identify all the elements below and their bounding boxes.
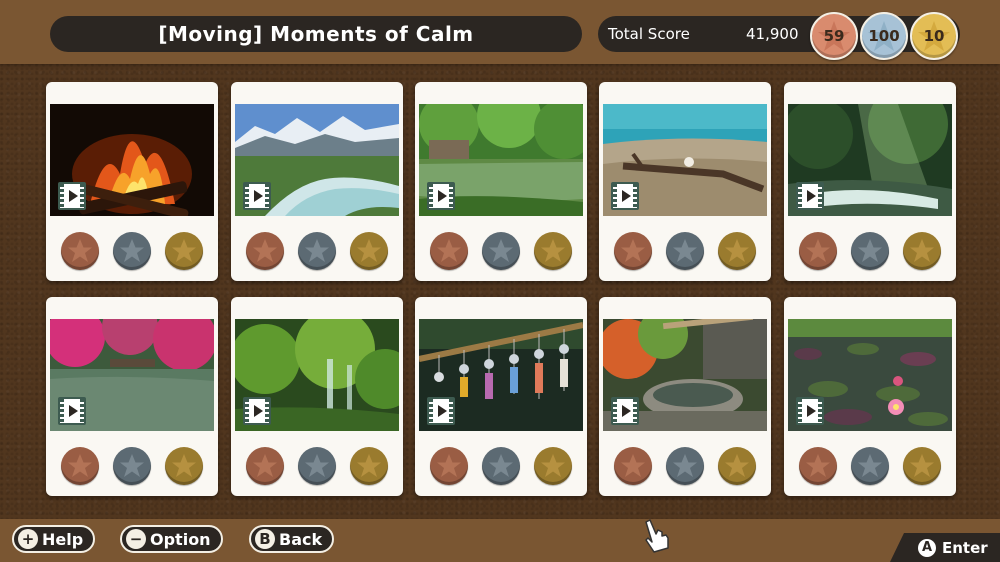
- film-play-icon: [611, 182, 639, 210]
- silver-star-medal: [851, 232, 889, 270]
- silver-star-medal: [666, 447, 704, 485]
- thumbnail-mossy-waterfall: [235, 319, 399, 431]
- film-play-icon: [427, 397, 455, 425]
- thumbnail-forest-stream: [788, 104, 952, 216]
- page-title: [Moving] Moments of Calm: [50, 16, 582, 52]
- video-card-campfire[interactable]: [46, 82, 218, 281]
- bronze-star-medal: [61, 232, 99, 270]
- thumbnail-lake-shore: [603, 104, 767, 216]
- bronze-star-medal: [61, 447, 99, 485]
- bronze-star-medal: [430, 447, 468, 485]
- film-play-icon: [58, 397, 86, 425]
- thumbnail-garden-water-basin: [603, 319, 767, 431]
- bronze-star-medal: [430, 232, 468, 270]
- silver-star-medal: [482, 232, 520, 270]
- option-label: Option: [150, 529, 211, 549]
- help-button[interactable]: + Help: [12, 525, 96, 553]
- film-play-icon: [796, 182, 824, 210]
- film-play-icon: [243, 182, 271, 210]
- film-play-icon: [243, 397, 271, 425]
- gold-star-medal: [534, 232, 572, 270]
- thumbnail-water-lilies: [788, 319, 952, 431]
- gold-star-medal: [534, 447, 572, 485]
- silver-star-medal: [113, 447, 151, 485]
- gold-star-medal: [718, 447, 756, 485]
- help-label: Help: [42, 529, 84, 549]
- gold-star-medal: [350, 447, 388, 485]
- gold-star-medal: [350, 232, 388, 270]
- bronze-medal-count: 59: [810, 12, 858, 60]
- bronze-star-medal: [799, 447, 837, 485]
- silver-star-medal: [482, 447, 520, 485]
- video-card-forest-stream[interactable]: [784, 82, 956, 281]
- bronze-star-medal: [799, 232, 837, 270]
- gold-star-medal: [903, 232, 941, 270]
- pointer-hand-icon: [640, 518, 672, 558]
- video-card-autumn-pond[interactable]: [46, 297, 218, 496]
- video-card-green-pond[interactable]: [415, 82, 587, 281]
- back-label: Back: [279, 529, 323, 549]
- video-card-water-lilies[interactable]: [784, 297, 956, 496]
- video-card-mossy-waterfall[interactable]: [231, 297, 403, 496]
- plus-icon: +: [18, 529, 38, 549]
- option-button[interactable]: − Option: [120, 525, 223, 553]
- enter-label: Enter: [942, 538, 988, 557]
- thumbnail-autumn-pond: [50, 319, 214, 431]
- gold-star-medal: [718, 232, 756, 270]
- gold-medal-count: 10: [910, 12, 958, 60]
- score-label: Total Score: [608, 25, 690, 43]
- video-card-wind-chimes[interactable]: [415, 297, 587, 496]
- video-card-garden-water-basin[interactable]: [599, 297, 771, 496]
- bronze-star-medal: [614, 232, 652, 270]
- silver-star-medal: [298, 232, 336, 270]
- a-button-icon: A: [918, 538, 936, 557]
- thumbnail-green-pond: [419, 104, 583, 216]
- silver-star-medal: [298, 447, 336, 485]
- thumbnail-mountain-river: [235, 104, 399, 216]
- film-play-icon: [611, 397, 639, 425]
- minus-icon: −: [126, 529, 146, 549]
- gold-star-medal: [903, 447, 941, 485]
- silver-star-medal: [851, 447, 889, 485]
- video-card-mountain-river[interactable]: [231, 82, 403, 281]
- gold-star-medal: [165, 232, 203, 270]
- film-play-icon: [58, 182, 86, 210]
- silver-star-medal: [666, 232, 704, 270]
- video-card-lake-shore[interactable]: [599, 82, 771, 281]
- bronze-star-medal: [614, 447, 652, 485]
- enter-button[interactable]: A Enter: [890, 533, 1000, 562]
- bronze-star-medal: [246, 447, 284, 485]
- silver-star-medal: [113, 232, 151, 270]
- film-play-icon: [427, 182, 455, 210]
- score-value: 41,900: [746, 25, 799, 43]
- film-play-icon: [796, 397, 824, 425]
- thumbnail-campfire: [50, 104, 214, 216]
- silver-medal-count: 100: [860, 12, 908, 60]
- back-button[interactable]: B Back: [249, 525, 335, 553]
- b-button-icon: B: [255, 529, 275, 549]
- gold-star-medal: [165, 447, 203, 485]
- thumbnail-wind-chimes: [419, 319, 583, 431]
- bronze-star-medal: [246, 232, 284, 270]
